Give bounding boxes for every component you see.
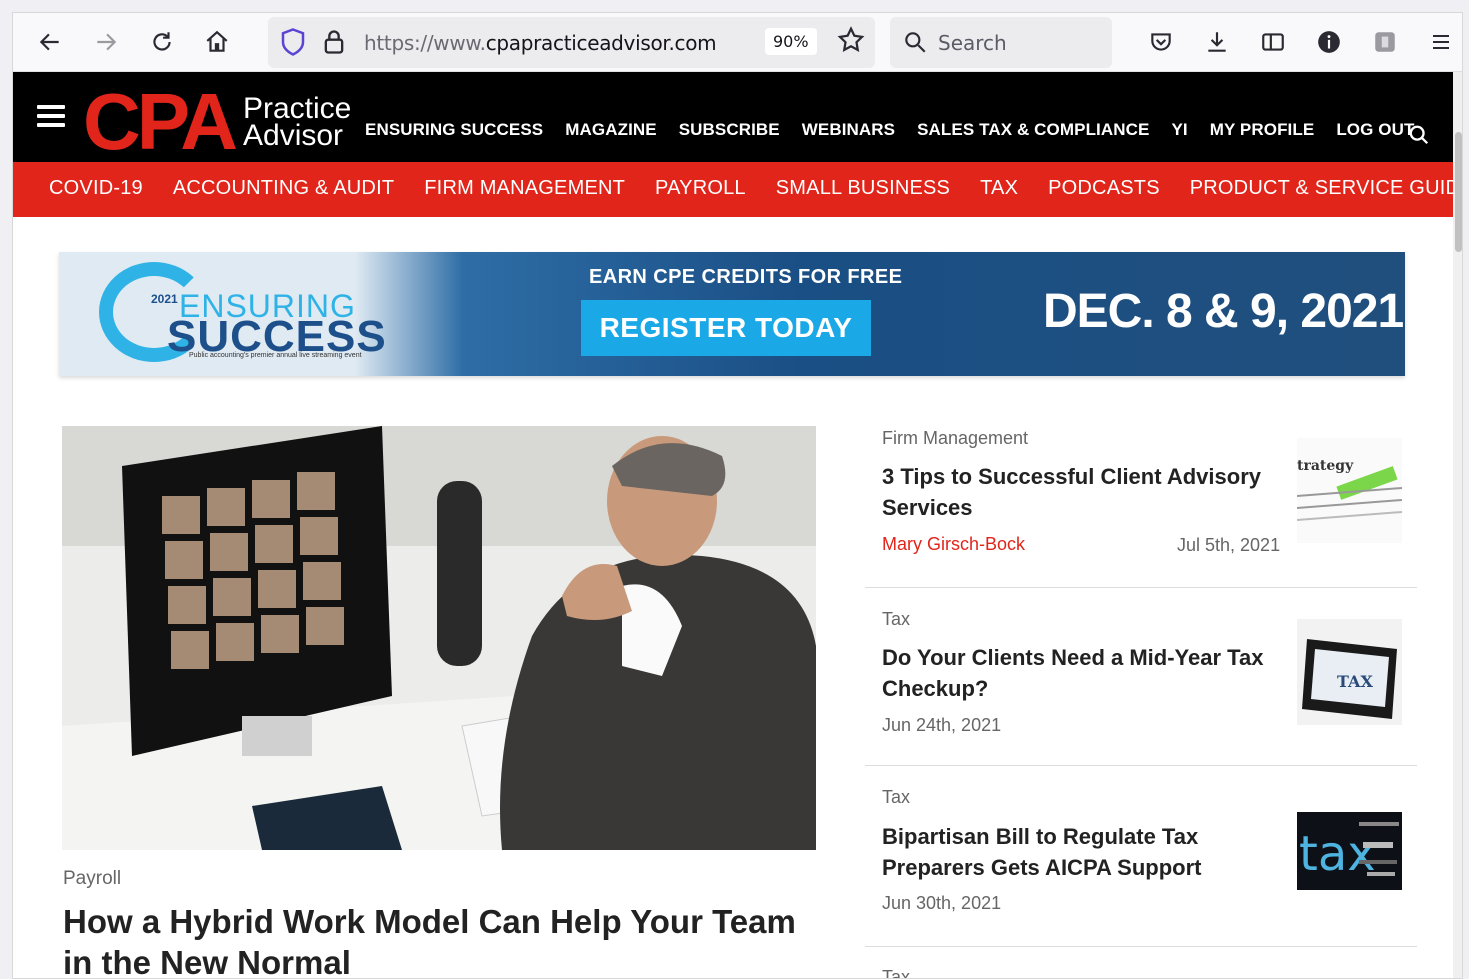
extension-button-2[interactable] bbox=[1368, 25, 1402, 59]
lock-icon[interactable] bbox=[320, 27, 348, 57]
home-icon bbox=[206, 30, 228, 52]
extension-icon bbox=[1375, 32, 1395, 52]
bookmark-star-icon[interactable] bbox=[836, 25, 866, 55]
article-thumbnail[interactable]: trategy bbox=[1297, 438, 1402, 543]
article-date: Jun 30th, 2021 bbox=[882, 893, 1002, 913]
cat-podcasts[interactable]: PODCASTS bbox=[1048, 177, 1160, 200]
article-date: Jun 24th, 2021 bbox=[882, 715, 1002, 735]
article-thumbnail[interactable]: TAX bbox=[1297, 619, 1402, 725]
logo-cpa-text: CPA bbox=[83, 77, 238, 166]
tracking-shield-icon[interactable] bbox=[278, 25, 308, 59]
cat-small-business[interactable]: SMALL BUSINESS bbox=[776, 177, 950, 200]
sidebar-button[interactable] bbox=[1256, 25, 1290, 59]
downloads-button[interactable] bbox=[1200, 25, 1234, 59]
article-category[interactable]: Tax bbox=[882, 787, 910, 808]
scrollbar-thumb[interactable] bbox=[1455, 132, 1462, 252]
article-thumbnail[interactable]: tax bbox=[1297, 812, 1402, 890]
extension-button[interactable] bbox=[1312, 25, 1346, 59]
forward-button[interactable] bbox=[89, 25, 123, 59]
article-item[interactable]: Firm Management 3 Tips to Successful Cli… bbox=[865, 425, 1417, 588]
back-arrow-icon bbox=[39, 33, 59, 51]
article-title[interactable]: Do Your Clients Need a Mid-Year Tax Chec… bbox=[882, 642, 1277, 704]
pocket-button[interactable] bbox=[1144, 25, 1178, 59]
top-nav: ENSURING SUCCESS MAGAZINE SUBSCRIBE WEBI… bbox=[365, 120, 1436, 140]
tax-words-thumb-image: tax bbox=[1297, 812, 1402, 890]
svg-text:tax: tax bbox=[1299, 826, 1376, 882]
feature-image[interactable] bbox=[62, 426, 816, 850]
article-date: Jul 5th, 2021 bbox=[1177, 535, 1281, 555]
tax-tablet-thumb-image: TAX bbox=[1297, 619, 1402, 725]
cat-payroll[interactable]: PAYROLL bbox=[655, 177, 746, 200]
info-circle-icon bbox=[1318, 31, 1340, 53]
video-call-photo bbox=[62, 426, 816, 850]
nav-log-out[interactable]: LOG OUT bbox=[1336, 120, 1414, 140]
article-category[interactable]: Firm Management bbox=[882, 428, 1028, 449]
app-menu-button[interactable] bbox=[1424, 25, 1458, 59]
svg-text:TAX: TAX bbox=[1337, 672, 1373, 691]
search-placeholder: Search bbox=[938, 31, 1007, 55]
nav-magazine[interactable]: MAGAZINE bbox=[565, 120, 656, 140]
site-search-icon[interactable] bbox=[1408, 124, 1430, 146]
home-button[interactable] bbox=[200, 25, 234, 59]
browser-window: https://www.cpapracticeadvisor.com 90% S… bbox=[12, 12, 1463, 979]
cat-tax[interactable]: TAX bbox=[980, 177, 1018, 200]
article-author[interactable]: Mary Girsch-Bock bbox=[882, 534, 1025, 555]
url-text[interactable]: https://www.cpapracticeadvisor.com bbox=[364, 31, 717, 55]
address-bar[interactable]: https://www.cpapracticeadvisor.com 90% bbox=[268, 17, 875, 68]
article-item[interactable]: Tax bbox=[865, 964, 1417, 978]
download-icon bbox=[1208, 32, 1226, 52]
feature-title[interactable]: How a Hybrid Work Model Can Help Your Te… bbox=[63, 901, 823, 978]
url-prefix: https://www. bbox=[364, 31, 486, 55]
zoom-indicator[interactable]: 90% bbox=[765, 28, 817, 55]
page-scrollbar[interactable] bbox=[1453, 72, 1462, 978]
article-item[interactable]: Tax Do Your Clients Need a Mid-Year Tax … bbox=[865, 606, 1417, 766]
cat-covid[interactable]: COVID-19 bbox=[49, 177, 143, 200]
site-header: CPA Practice Advisor ENSURING SUCCESS MA… bbox=[13, 72, 1453, 162]
register-today-button[interactable]: REGISTER TODAY bbox=[581, 300, 871, 356]
url-domain: cpapracticeadvisor.com bbox=[485, 31, 717, 55]
svg-text:trategy: trategy bbox=[1297, 458, 1354, 474]
back-button[interactable] bbox=[33, 25, 67, 59]
sidebar-icon bbox=[1262, 33, 1284, 51]
strategy-thumb-image: trategy bbox=[1297, 438, 1402, 543]
article-item[interactable]: Tax Bipartisan Bill to Regulate Tax Prep… bbox=[865, 784, 1417, 947]
cat-accounting-audit[interactable]: ACCOUNTING & AUDIT bbox=[173, 177, 394, 200]
nav-ensuring-success[interactable]: ENSURING SUCCESS bbox=[365, 120, 543, 140]
banner-year: 2021 bbox=[151, 292, 178, 306]
article-title[interactable]: Bipartisan Bill to Regulate Tax Preparer… bbox=[882, 821, 1277, 883]
reload-icon bbox=[153, 32, 171, 51]
banner-date: DEC. 8 & 9, 2021 bbox=[1043, 285, 1404, 338]
nav-sales-tax[interactable]: SALES TAX & COMPLIANCE bbox=[917, 120, 1149, 140]
nav-yi[interactable]: YI bbox=[1171, 120, 1187, 140]
hamburger-menu-button[interactable] bbox=[37, 105, 65, 132]
nav-my-profile[interactable]: MY PROFILE bbox=[1210, 120, 1315, 140]
browser-toolbar: https://www.cpapracticeadvisor.com 90% S… bbox=[13, 13, 1462, 72]
search-icon bbox=[905, 32, 926, 53]
logo-advisor-text: Advisor bbox=[243, 119, 344, 152]
feature-category[interactable]: Payroll bbox=[63, 868, 121, 890]
forward-arrow-icon bbox=[97, 33, 117, 51]
category-nav: COVID-19 ACCOUNTING & AUDIT FIRM MANAGEM… bbox=[13, 162, 1462, 217]
article-category[interactable]: Tax bbox=[882, 967, 910, 978]
banner-earn-text: EARN CPE CREDITS FOR FREE bbox=[589, 266, 903, 288]
browser-search-bar[interactable]: Search bbox=[890, 17, 1112, 68]
cat-firm-management[interactable]: FIRM MANAGEMENT bbox=[424, 177, 625, 200]
banner-tagline: Public accounting's premier annual live … bbox=[189, 352, 362, 359]
article-category[interactable]: Tax bbox=[882, 609, 910, 630]
pocket-icon bbox=[1151, 33, 1171, 51]
event-banner[interactable]: 2021 ENSURING SUCCESS Public accounting'… bbox=[59, 252, 1405, 376]
nav-webinars[interactable]: WEBINARS bbox=[802, 120, 895, 140]
menu-icon bbox=[1433, 35, 1449, 49]
reload-button[interactable] bbox=[145, 25, 179, 59]
cat-product-guide[interactable]: PRODUCT & SERVICE GUIDE bbox=[1190, 177, 1462, 200]
nav-subscribe[interactable]: SUBSCRIBE bbox=[679, 120, 780, 140]
article-title[interactable]: 3 Tips to Successful Client Advisory Ser… bbox=[882, 461, 1277, 523]
